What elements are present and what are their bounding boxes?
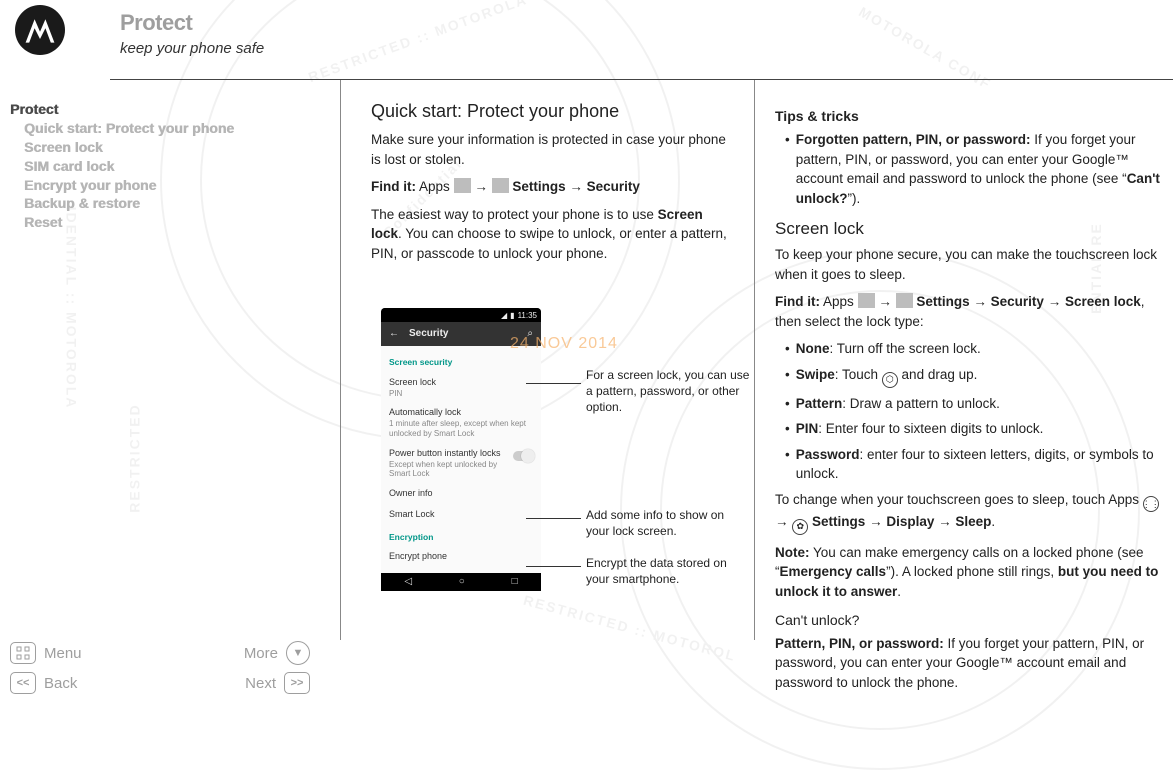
page-header: Protect keep your phone safe [110,0,1173,80]
phone-time: 11:35 [518,310,537,322]
toggle-icon [513,451,533,461]
phone-section-encryption: Encryption [389,531,533,543]
next-button[interactable]: Next >> [245,672,310,694]
apps-icon [454,178,471,193]
note-paragraph: Note: You can make emergency calls on a … [775,543,1163,602]
phone-row-smartlock: Smart Lock [389,504,533,525]
back-button[interactable]: << Back [10,672,77,694]
signal-icon: ◢ [501,310,507,322]
callout-encrypt: Encrypt the data stored on your smartpho… [586,556,746,587]
cant-unlock-body: Pattern, PIN, or password: If you forget… [775,634,1163,693]
lock-icon: ⬡ [882,372,898,388]
main-body: The easiest way to protect your phone is… [371,205,729,264]
cant-unlock-heading: Can't unlock? [775,610,1163,630]
sidebar-item-backup[interactable]: Backup & restore [10,194,330,213]
phone-section-screen-security: Screen security [389,356,533,368]
phone-navbar: ◁ ○ □ [381,573,541,591]
phone-row-encrypt: Encrypt phone [389,546,533,567]
menu-grid-icon [10,642,36,664]
sidebar-item-protect[interactable]: Protect [10,100,330,119]
tips-heading: Tips & tricks [775,106,1163,126]
chevron-down-icon: ▼ [286,641,310,665]
sidebar-item-reset[interactable]: Reset [10,213,330,232]
phone-row-owner: Owner info [389,483,533,504]
sidebar-item-encrypt[interactable]: Encrypt your phone [10,176,330,195]
sidebar-item-simlock[interactable]: SIM card lock [10,157,330,176]
phone-statusbar: ◢ ▮ 11:35 [381,308,541,322]
apps-grid-icon: ⋮⋮ [1143,496,1159,512]
phone-appbar-title: Security [409,327,448,342]
opt-password: •Password: enter four to sixteen letters… [785,445,1163,484]
more-button[interactable]: More ▼ [244,641,310,665]
sidebar-nav: Protect Quick start: Protect your phone … [0,80,340,640]
chevron-right-icon: >> [284,672,310,694]
nav-recent-icon: □ [512,575,518,590]
phone-row-powerlock: Power button instantly locks Except when… [389,443,533,483]
sidebar-item-screenlock[interactable]: Screen lock [10,138,330,157]
phone-row-screenlock: Screen lock PIN [389,372,533,403]
sidebar-item-quickstart[interactable]: Quick start: Protect your phone [10,119,330,138]
bottom-nav: Menu More ▼ << Back Next >> [10,638,310,698]
page-title: Protect [120,10,192,36]
right-column: Tips & tricks • Forgotten pattern, PIN, … [755,80,1173,640]
nav-back-icon: ◁ [404,575,412,590]
back-arrow-icon: ← [389,327,399,342]
apps-icon [858,293,875,308]
chevron-left-icon: << [10,672,36,694]
change-sleep: To change when your touchscreen goes to … [775,490,1163,535]
main-column: Quick start: Protect your phone Make sur… [340,80,755,640]
nav-home-icon: ○ [459,575,465,590]
callout-ownerinfo: Add some info to show on your lock scree… [586,508,746,539]
callout-screenlock: For a screen lock, you can use a pattern… [586,368,751,415]
screenlock-intro: To keep your phone secure, you can make … [775,245,1163,284]
date-stamp: 24 NOV 2014 [510,335,618,353]
find-it-line: Find it: Apps → Settings → Security [371,177,729,197]
main-heading: Quick start: Protect your phone [371,98,729,124]
motorola-logo [15,5,65,55]
phone-illustration: ◢ ▮ 11:35 ← Security ⌕ Screen security S… [371,308,729,608]
opt-pattern: •Pattern: Draw a pattern to unlock. [785,394,1163,414]
gear-icon: ✿ [792,519,808,535]
main-intro: Make sure your information is protected … [371,130,729,169]
opt-swipe: •Swipe: Touch ⬡ and drag up. [785,365,1163,388]
screenlock-findit: Find it: Apps → Settings → Security → Sc… [775,292,1163,331]
tip-forgotten: • Forgotten pattern, PIN, or password: I… [785,130,1163,208]
phone-row-autolock: Automatically lock 1 minute after sleep,… [389,402,533,442]
settings-icon [896,293,913,308]
menu-button[interactable]: Menu [10,642,82,664]
battery-icon: ▮ [510,310,514,322]
opt-pin: •PIN: Enter four to sixteen digits to un… [785,419,1163,439]
settings-icon [492,178,509,193]
screenlock-heading: Screen lock [775,217,1163,242]
page-subtitle: keep your phone safe [120,40,264,57]
opt-none: •None: Turn off the screen lock. [785,339,1163,359]
